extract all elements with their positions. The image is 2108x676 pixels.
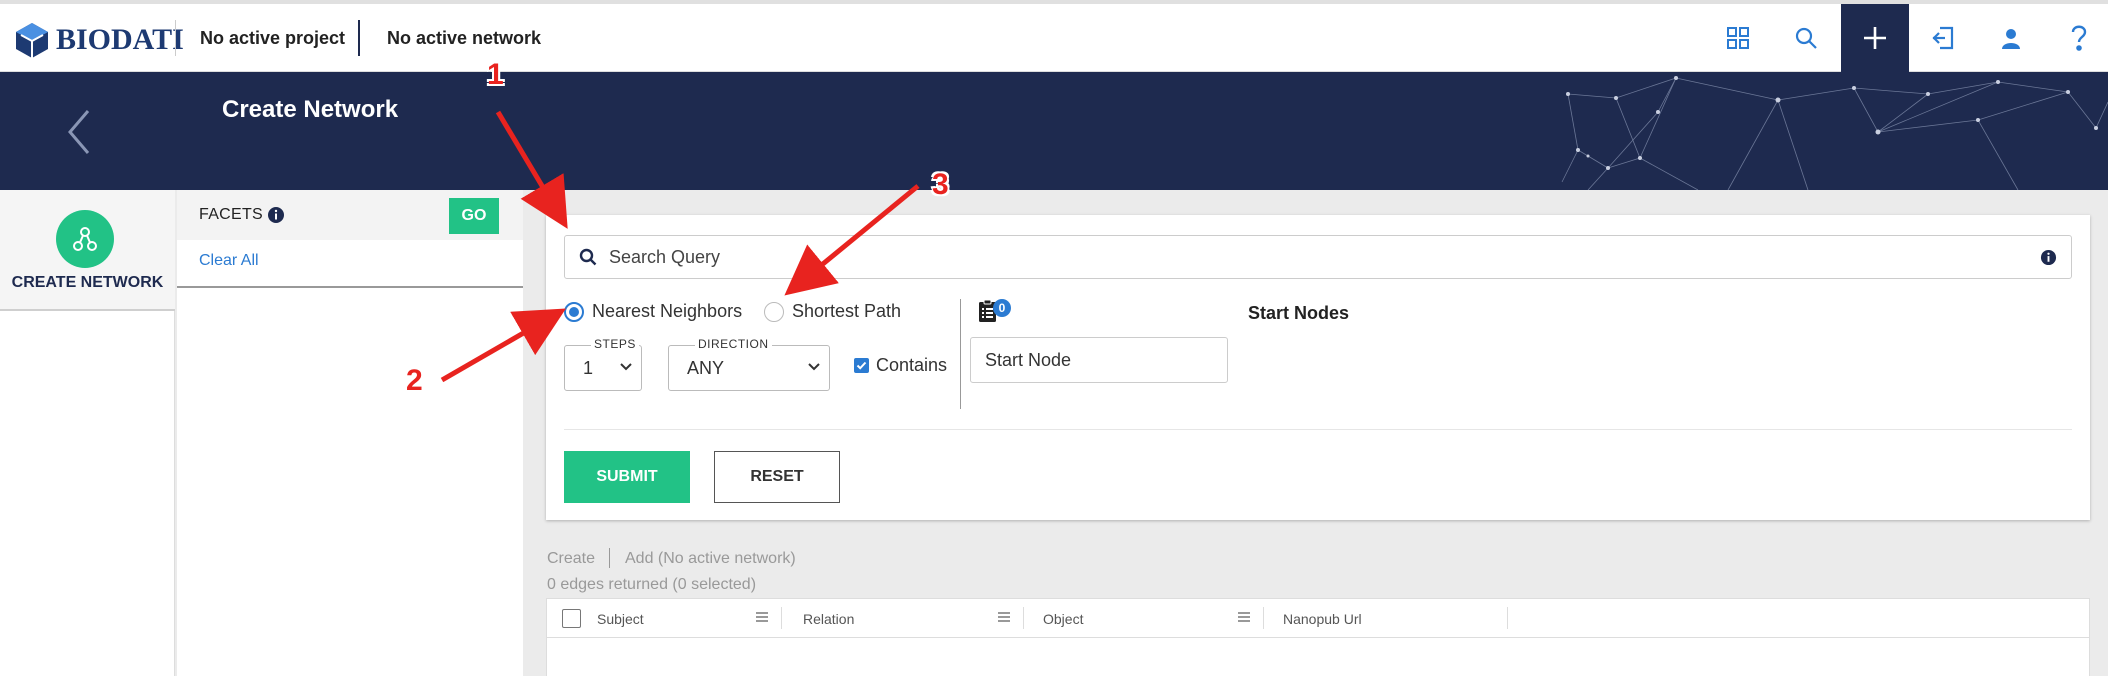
- reset-button[interactable]: RESET: [714, 451, 840, 503]
- column-menu-icon[interactable]: [755, 611, 769, 623]
- nav-item-create-network[interactable]: CREATE NETWORK: [0, 190, 175, 311]
- start-nodes-count-badge: 0: [993, 299, 1011, 317]
- column-separator: [1023, 607, 1024, 629]
- results-table-header: Subject Relation Object Nanopub Url: [546, 598, 2090, 638]
- network-icon: [73, 227, 97, 251]
- biodati-logo[interactable]: BIODATI: [12, 18, 184, 62]
- steps-label: STEPS: [591, 337, 639, 351]
- contains-label: Contains: [876, 355, 948, 375]
- radio-label: Nearest Neighbors: [592, 301, 743, 321]
- divider: [175, 20, 176, 56]
- divider: [609, 548, 610, 568]
- help-icon: [2071, 25, 2087, 51]
- chevron-down-icon: [620, 363, 632, 371]
- facets-panel: FACETS GO Clear All: [177, 190, 523, 676]
- select-all-checkbox[interactable]: [562, 609, 581, 628]
- facets-title: FACETS: [199, 206, 264, 223]
- steps-value: 1: [583, 358, 594, 378]
- column-header-relation[interactable]: Relation: [803, 611, 854, 627]
- divider: [358, 20, 360, 56]
- back-button[interactable]: [66, 108, 92, 161]
- column-separator: [1263, 607, 1264, 629]
- query-card: Nearest Neighbors Shortest Path STEPS 1 …: [546, 215, 2090, 520]
- direction-select[interactable]: DIRECTION ANY: [668, 337, 830, 391]
- top-bar: BIODATI No active project No active netw…: [0, 0, 2108, 72]
- steps-select[interactable]: STEPS 1: [564, 337, 642, 391]
- start-node-input[interactable]: [970, 337, 1228, 383]
- info-icon[interactable]: [2040, 249, 2057, 266]
- create-button[interactable]: [1841, 4, 1909, 72]
- page-title: Create Network: [222, 96, 399, 123]
- clear-all-link[interactable]: Clear All: [199, 252, 259, 270]
- facets-divider: [177, 286, 523, 288]
- user-icon: [2002, 29, 2020, 49]
- radio-label: Shortest Path: [792, 301, 902, 321]
- checkbox-checked[interactable]: [854, 358, 869, 373]
- direction-value: ANY: [687, 358, 725, 378]
- contains-checkbox[interactable]: Contains: [854, 355, 947, 376]
- search-icon: [1795, 27, 1817, 49]
- search-button[interactable]: [1772, 4, 1840, 72]
- edges-summary: 0 edges returned (0 selected): [547, 576, 757, 593]
- chevron-down-icon: [808, 363, 820, 371]
- annotation-number-1: 1: [487, 58, 504, 91]
- vertical-divider: [960, 299, 961, 409]
- info-icon[interactable]: [267, 206, 285, 224]
- page-header-banner: Create Network: [0, 72, 2108, 190]
- search-query-input[interactable]: [607, 236, 2007, 278]
- radio-nearest-neighbors[interactable]: Nearest Neighbors: [564, 301, 742, 322]
- logo-text: BIODATI: [56, 23, 184, 56]
- add-network-link[interactable]: Add (No active network): [625, 550, 796, 568]
- chevron-left-icon: [68, 110, 90, 154]
- user-button[interactable]: [1977, 4, 2045, 72]
- results-table-body: [546, 638, 2090, 676]
- column-menu-icon[interactable]: [1237, 611, 1251, 623]
- network-graphic: [1561, 76, 2108, 190]
- logo-cube-icon: [16, 23, 48, 58]
- submit-button[interactable]: SUBMIT: [564, 451, 690, 503]
- active-project-label[interactable]: No active project: [200, 28, 345, 49]
- column-separator: [781, 607, 782, 629]
- sign-in-icon: [1932, 26, 1954, 50]
- annotation-number-2: 2: [406, 364, 423, 397]
- annotation-number-3: 3: [932, 168, 949, 201]
- card-divider: [564, 429, 2072, 430]
- grid-icon: [1727, 27, 1749, 49]
- column-header-subject[interactable]: Subject: [597, 611, 644, 627]
- facets-go-button[interactable]: GO: [449, 198, 499, 234]
- plus-icon: [1864, 27, 1886, 49]
- nav-icon-badge: [56, 210, 114, 268]
- left-nav: CREATE NETWORK: [0, 190, 175, 676]
- radio-button-selected[interactable]: [564, 301, 584, 322]
- create-link[interactable]: Create: [547, 550, 595, 568]
- column-header-object[interactable]: Object: [1043, 611, 1083, 627]
- column-menu-icon[interactable]: [997, 611, 1011, 623]
- start-nodes-heading: Start Nodes: [1248, 303, 1350, 323]
- facets-header: FACETS GO: [177, 190, 523, 240]
- nav-item-label: CREATE NETWORK: [11, 274, 164, 291]
- check-icon: [856, 361, 867, 370]
- login-button[interactable]: [1909, 4, 1977, 72]
- direction-label: DIRECTION: [695, 337, 772, 351]
- column-header-nanopub-url[interactable]: Nanopub Url: [1283, 611, 1362, 627]
- active-network-label[interactable]: No active network: [387, 28, 541, 49]
- apps-grid-button[interactable]: [1704, 4, 1772, 72]
- search-icon: [579, 248, 597, 266]
- help-button[interactable]: [2045, 4, 2108, 72]
- column-separator: [1507, 607, 1508, 629]
- radio-shortest-path[interactable]: Shortest Path: [764, 301, 901, 322]
- search-box: [564, 235, 2072, 279]
- radio-button[interactable]: [764, 301, 784, 322]
